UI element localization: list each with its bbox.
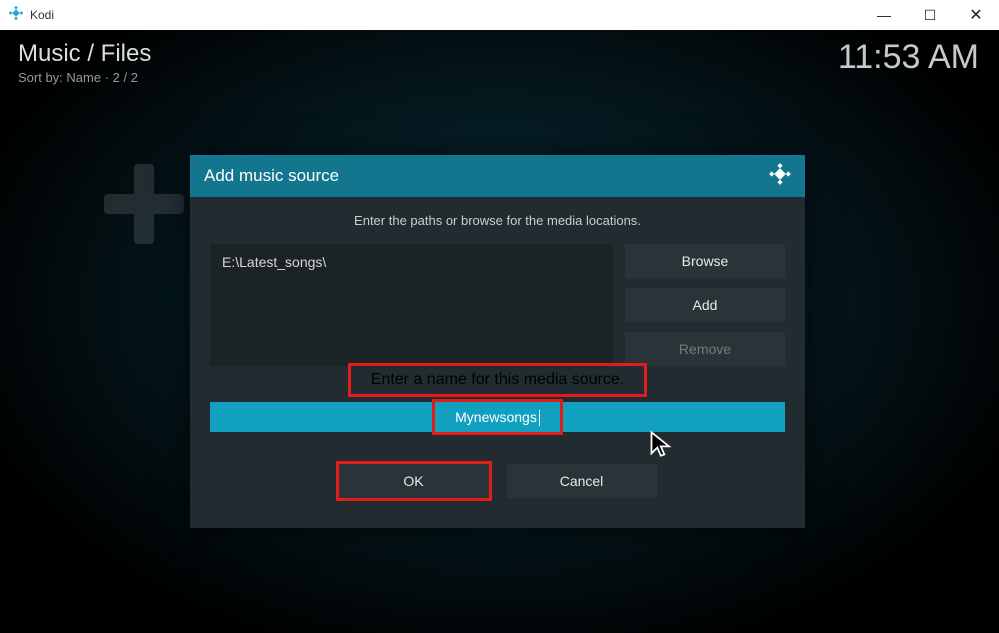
dialog-title: Add music source [204,166,339,186]
ok-button[interactable]: OK [339,464,489,498]
source-name-value: Mynewsongs [455,409,537,425]
dialog-header: Add music source [190,155,805,197]
breadcrumb-path: Music / Files [18,40,151,68]
maximize-button[interactable]: ☐ [907,0,953,30]
kodi-icon [8,5,24,26]
clock: 11:53 AM [838,38,979,77]
breadcrumb-sort: Sort by: Name · 2 / 2 [18,70,151,85]
source-name-input[interactable]: Mynewsongs [210,402,785,432]
source-name-label: Enter a name for this media source. [351,366,644,394]
cancel-button[interactable]: Cancel [507,464,657,498]
paths-list[interactable]: E:\Latest_songs\ [210,244,613,366]
add-button[interactable]: Add [625,288,785,322]
path-item[interactable]: E:\Latest_songs\ [222,254,601,270]
kodi-logo-icon [769,163,791,190]
window-controls: ― ☐ ✕ [861,0,999,30]
app-body: Music / Files Sort by: Name · 2 / 2 11:5… [0,30,999,633]
minimize-button[interactable]: ― [861,0,907,30]
dialog-instruction: Enter the paths or browse for the media … [210,213,785,228]
close-button[interactable]: ✕ [953,0,999,30]
breadcrumb: Music / Files Sort by: Name · 2 / 2 [18,40,151,85]
window-titlebar: Kodi ― ☐ ✕ [0,0,999,30]
add-music-source-dialog: Add music source Enter the paths or brow… [190,155,805,528]
browse-button[interactable]: Browse [625,244,785,278]
remove-button: Remove [625,332,785,366]
add-source-tile[interactable] [100,160,188,248]
text-caret [539,410,540,426]
window-title: Kodi [30,8,54,22]
